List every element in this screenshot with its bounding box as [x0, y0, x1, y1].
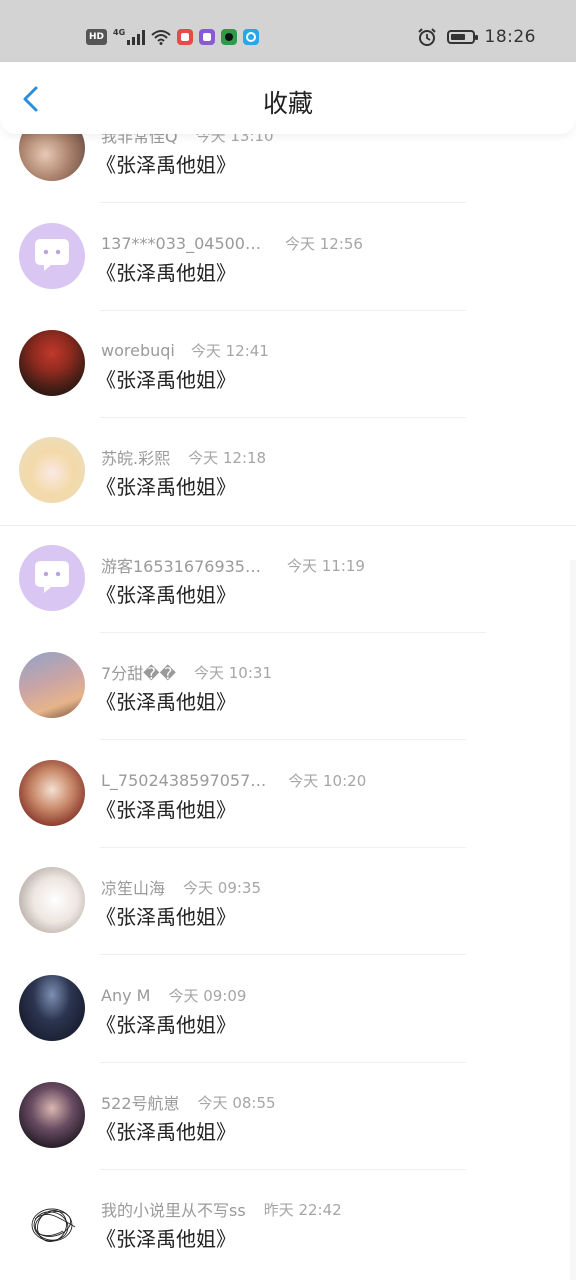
nav-bar: 收藏	[0, 62, 576, 134]
list-item[interactable]: 522号航崽 今天 08:55 《张泽禹他姐》	[0, 1063, 576, 1170]
timestamp: 今天 10:31	[194, 663, 272, 682]
username: 我的小说里从不写ss	[101, 1201, 246, 1220]
divider	[100, 202, 466, 203]
username: 522号航崽	[101, 1094, 180, 1113]
timestamp: 昨天 22:42	[263, 1200, 342, 1219]
avatar[interactable]	[19, 437, 85, 503]
avatar[interactable]	[19, 1082, 85, 1148]
message-text: 《张泽禹他姐》	[96, 583, 236, 607]
list-item[interactable]: 凉笙山海 今天 09:35 《张泽禹他姐》	[0, 848, 576, 955]
username: 137***033_04500…	[101, 233, 261, 253]
username: 7分甜��	[101, 664, 176, 683]
hd-badge: HD	[86, 29, 108, 45]
timestamp: 今天 08:55	[197, 1093, 276, 1112]
avatar[interactable]	[19, 652, 85, 718]
message-text: 《张泽禹他姐》	[96, 798, 236, 822]
avatar[interactable]	[19, 330, 85, 396]
avatar[interactable]	[19, 1189, 85, 1255]
username: worebuqi	[101, 340, 175, 360]
app-purple-icon	[199, 29, 216, 45]
username: 苏皖.彩熙	[101, 449, 171, 468]
avatar[interactable]	[19, 867, 85, 933]
chat-bubble-icon	[35, 561, 69, 593]
message-text: 《张泽禹他姐》	[96, 261, 236, 285]
network-type: 4G	[113, 27, 126, 37]
list-item[interactable]: worebuqi 今天 12:41 《张泽禹他姐》	[0, 311, 576, 418]
timestamp: 今天 10:20	[288, 771, 367, 790]
username: 凉笙山海	[101, 879, 166, 898]
timestamp: 今天 09:35	[183, 878, 262, 897]
app-red-icon	[177, 29, 194, 45]
list-item[interactable]: 我的小说里从不写ss 昨天 22:42 《张泽禹他姐》	[0, 1170, 576, 1277]
message-text: 《张泽禹他姐》	[96, 153, 236, 177]
chat-bubble-icon	[35, 239, 69, 271]
timestamp: 今天 12:56	[284, 234, 363, 253]
message-text: 《张泽禹他姐》	[96, 475, 236, 499]
list-item[interactable]: L_7502438597057… 今天 10:20 《张泽禹他姐》	[0, 741, 576, 848]
list-item[interactable]: 7分甜�� 今天 10:31 《张泽禹他姐》	[0, 633, 576, 740]
scribble-icon	[31, 1208, 76, 1242]
avatar[interactable]	[19, 760, 85, 826]
divider	[100, 954, 466, 955]
list-item[interactable]: 137***033_04500… 今天 12:56 《张泽禹他姐》	[0, 204, 576, 311]
timestamp: 今天 11:19	[286, 556, 365, 575]
divider	[100, 739, 466, 740]
alarm-icon	[417, 28, 436, 46]
app-green-icon	[221, 29, 238, 45]
message-text: 《张泽禹他姐》	[96, 1227, 236, 1251]
avatar[interactable]	[19, 223, 85, 289]
signal-icon	[127, 29, 146, 45]
list-item[interactable]: 游客16531676935… 今天 11:19 《张泽禹他姐》	[0, 526, 576, 633]
timestamp: 今天 12:41	[190, 341, 269, 360]
message-text: 《张泽禹他姐》	[96, 1120, 236, 1144]
message-text: 《张泽禹他姐》	[96, 905, 236, 929]
avatar[interactable]	[19, 545, 85, 611]
clock: 18:26	[484, 27, 536, 47]
timestamp: 今天 12:18	[188, 448, 267, 467]
list-item[interactable]: Any M 今天 09:09 《张泽禹他姐》	[0, 956, 576, 1063]
username: 游客16531676935…	[101, 557, 261, 576]
message-text: 《张泽禹他姐》	[96, 1013, 236, 1037]
timestamp: 今天 09:09	[168, 986, 247, 1005]
list-item[interactable]: 苏皖.彩熙 今天 12:18 《张泽禹他姐》	[0, 418, 576, 525]
message-text: 《张泽禹他姐》	[96, 368, 236, 392]
message-text: 《张泽禹他姐》	[96, 690, 236, 714]
wifi-icon	[151, 30, 171, 45]
page-title: 收藏	[262, 89, 313, 118]
battery-icon	[446, 30, 478, 44]
username: L_7502438597057…	[101, 770, 267, 790]
app-blue-icon	[243, 29, 260, 45]
avatar[interactable]	[19, 975, 85, 1041]
scrollbar[interactable]	[570, 560, 576, 1280]
status-bar: HD 4G 18:26	[0, 0, 576, 62]
username: Any M	[101, 985, 151, 1005]
